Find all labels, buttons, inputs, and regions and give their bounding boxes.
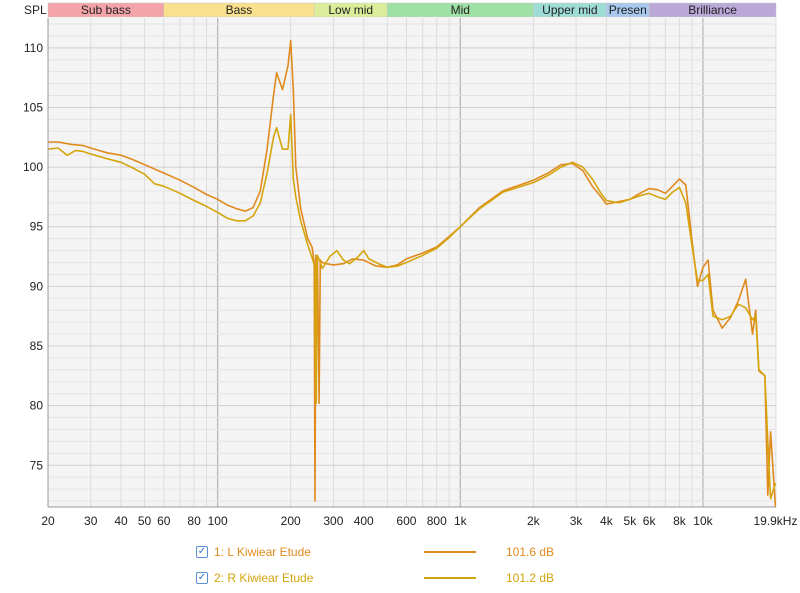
y-tick-label: 75 [30, 458, 44, 472]
x-tick-label: 60 [157, 514, 171, 528]
x-tick-label: 600 [396, 514, 416, 528]
x-tick-label: 40 [114, 514, 128, 528]
x-tick-label: 30 [84, 514, 98, 528]
legend-checkbox-2[interactable]: ✓ [196, 572, 208, 584]
x-tick-label: 6k [643, 514, 657, 528]
x-tick-label: 80 [187, 514, 201, 528]
x-tick-label: 400 [354, 514, 374, 528]
legend-value-2: 101.2 dB [506, 571, 555, 585]
band-label-2: Low mid [328, 3, 373, 17]
x-tick-label: 3k [570, 514, 584, 528]
band-label-4: Upper mid [542, 3, 597, 17]
y-tick-label: 100 [23, 160, 43, 174]
y-tick-label: 85 [30, 339, 44, 353]
y-tick-label: 80 [30, 399, 44, 413]
y-tick-label: 105 [23, 100, 43, 114]
legend-item-1[interactable]: ✓ 1: L Kiwiear Etude 101.6 dB [196, 543, 554, 561]
y-tick-label: 90 [30, 279, 44, 293]
x-tick-label: 2k [527, 514, 541, 528]
x-tick-label: 200 [281, 514, 301, 528]
x-tick-label: 5k [624, 514, 638, 528]
band-label-3: Mid [451, 3, 470, 17]
x-tick-label: 800 [427, 514, 447, 528]
x-tick-label: 19.9kHz [753, 514, 797, 528]
legend-item-2[interactable]: ✓ 2: R Kiwiear Etude 101.2 dB [196, 569, 554, 587]
legend-label-1[interactable]: 1: L Kiwiear Etude [214, 545, 404, 559]
legend-swatch-2 [424, 577, 476, 579]
y-axis-label: SPL [24, 3, 47, 17]
legend-value-1: 101.6 dB [506, 545, 555, 559]
x-tick-label: 10k [693, 514, 713, 528]
frequency-response-chart: Sub bass Bass Low mid Mid Upper mid Presen Bri… [23, 2, 797, 528]
legend-checkbox-1[interactable]: ✓ [196, 546, 208, 558]
y-tick-label: 95 [30, 220, 44, 234]
band-label-0: Sub bass [81, 3, 131, 17]
x-tick-label: 50 [138, 514, 152, 528]
y-tick-label: 110 [24, 41, 43, 55]
band-label-6: Brilliance [688, 3, 737, 17]
x-tick-label: 20 [41, 514, 55, 528]
band-label-5: Presen [609, 3, 647, 17]
x-tick-label: 100 [208, 514, 228, 528]
legend-swatch-1 [424, 551, 476, 553]
legend-label-2[interactable]: 2: R Kiwiear Etude [214, 571, 404, 585]
x-tick-label: 300 [323, 514, 343, 528]
x-tick-label: 8k [673, 514, 687, 528]
x-tick-label: 1k [454, 514, 468, 528]
band-label-1: Bass [226, 3, 253, 17]
x-tick-label: 4k [600, 514, 614, 528]
